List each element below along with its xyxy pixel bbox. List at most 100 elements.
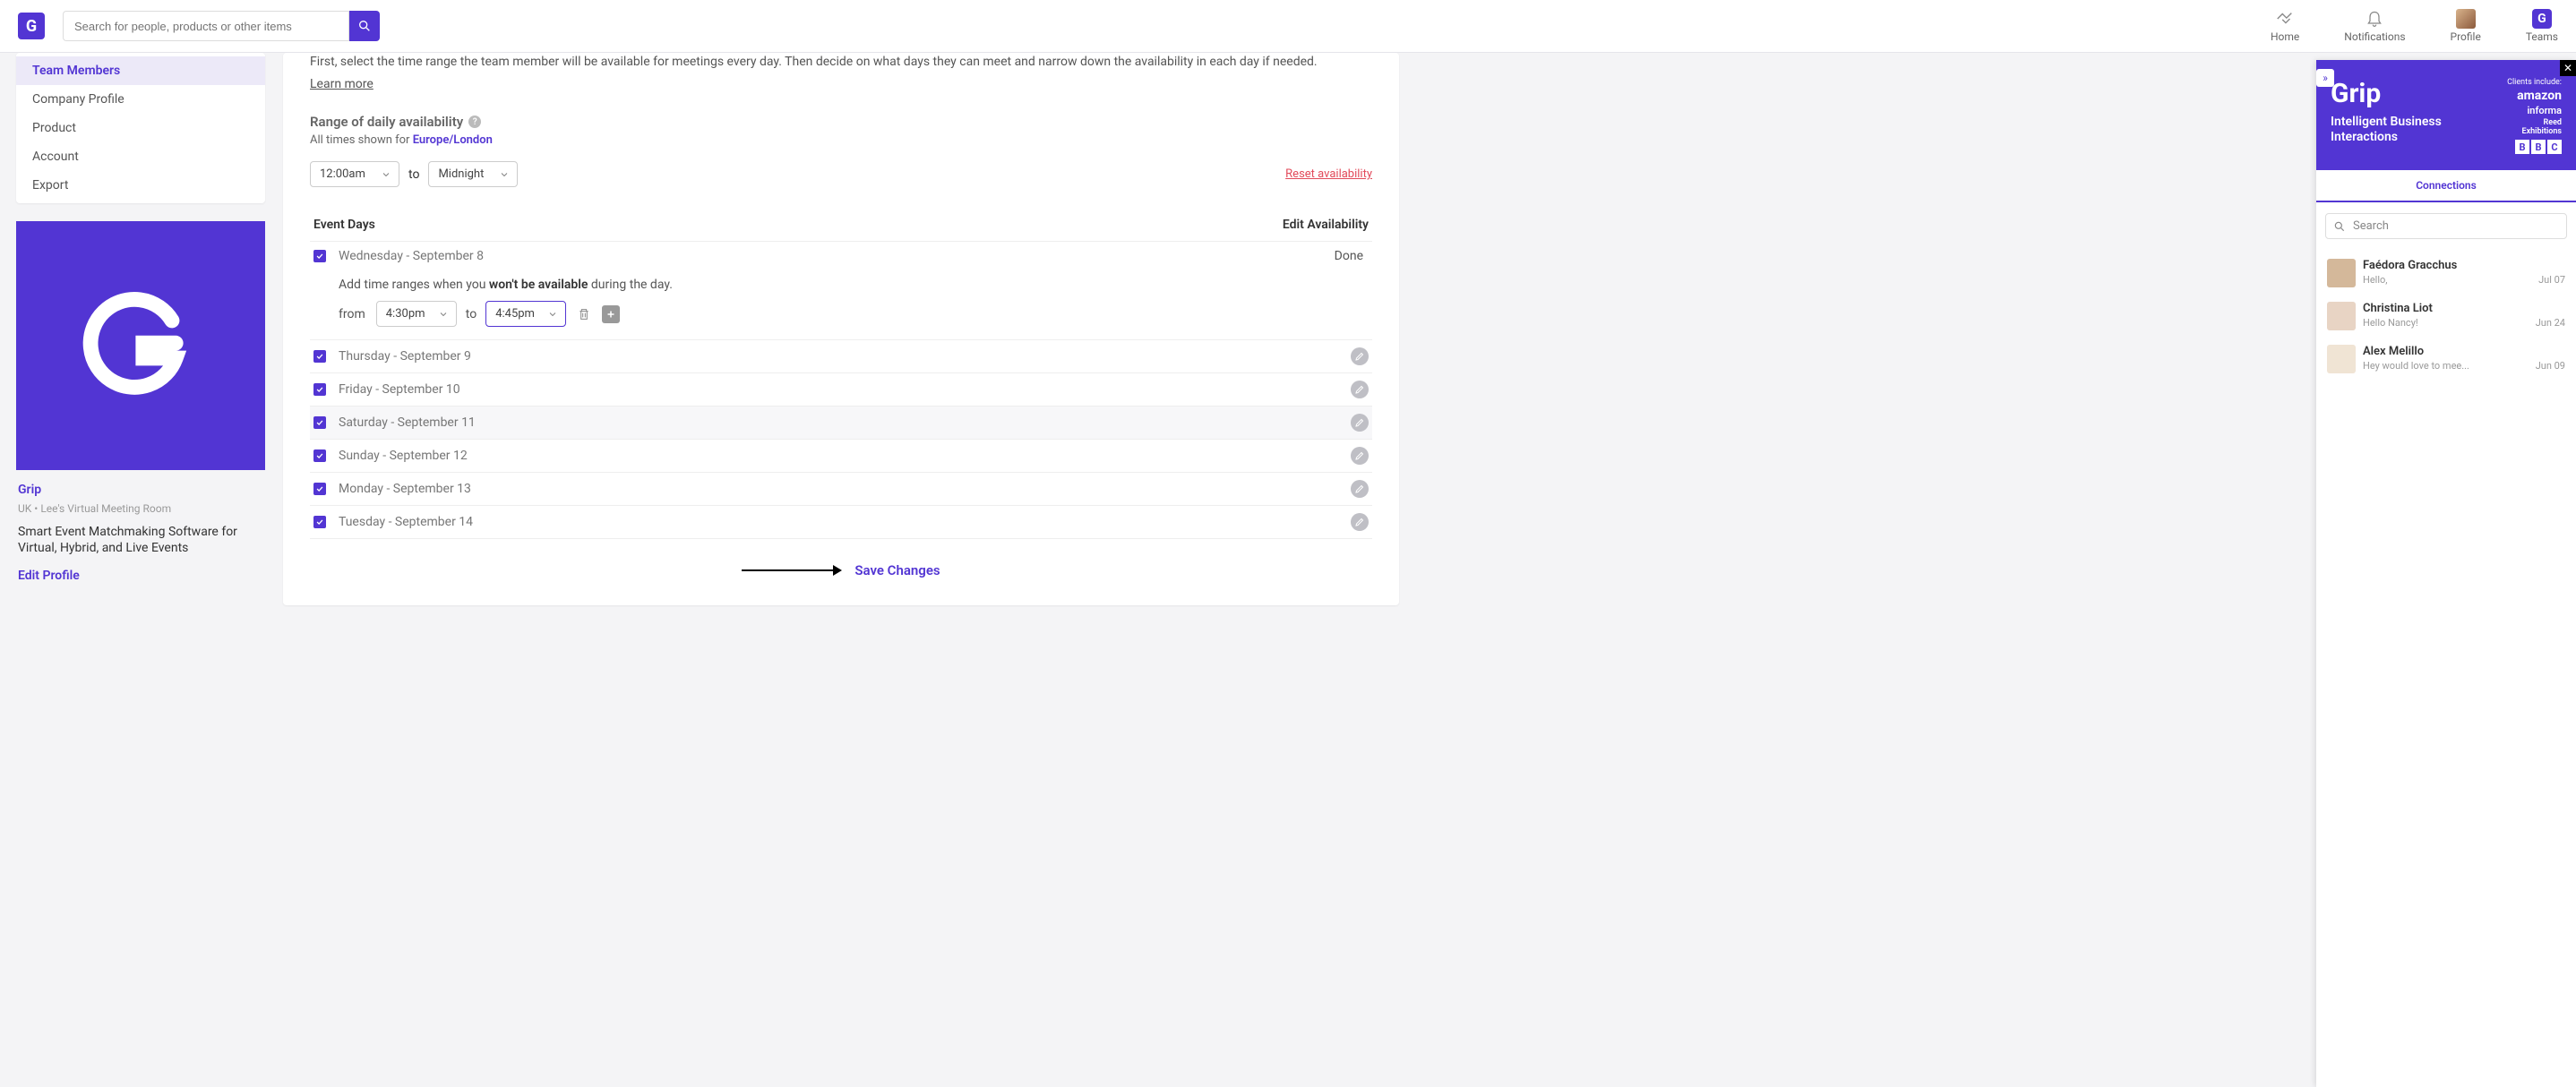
range-end-select[interactable]: Midnight <box>428 161 518 187</box>
delete-range-button[interactable] <box>575 305 593 323</box>
client-informa: informa <box>2506 105 2562 116</box>
add-range-help: Add time ranges when you won't be availa… <box>339 278 1369 292</box>
connection-date: Jul 07 <box>2538 274 2565 286</box>
company-profile-card: Grip UK • Lee's Virtual Meeting Room Sma… <box>16 221 265 599</box>
day-row-4: Sunday - September 12 <box>310 440 1372 473</box>
day-checkbox[interactable] <box>313 416 326 429</box>
plus-icon <box>605 309 616 320</box>
edit-day-button[interactable] <box>1351 347 1369 365</box>
chevron-down-icon <box>499 169 510 180</box>
connection-message: Hey would love to mee... <box>2363 360 2469 372</box>
connection-item-2[interactable]: Alex Melillo Hey would love to mee...Jun… <box>2325 338 2567 381</box>
to-label-2: to <box>466 307 477 321</box>
day-label: Sunday - September 12 <box>339 449 468 463</box>
connections-body: Search Faédora Gracchus Hello,Jul 07 Chr… <box>2316 202 2576 391</box>
nav-notifications[interactable]: Notifications <box>2344 9 2405 43</box>
done-label[interactable]: Done <box>1335 249 1369 263</box>
sidemenu-account[interactable]: Account <box>16 142 265 171</box>
col-edit-availability: Edit Availability <box>1283 218 1369 232</box>
app-logo[interactable]: G <box>18 13 45 39</box>
day-checkbox[interactable] <box>313 483 326 495</box>
search-input[interactable] <box>63 11 349 41</box>
sidemenu-export[interactable]: Export <box>16 171 265 200</box>
connections-header: » ✕ Grip Intelligent Business Interactio… <box>2316 60 2576 170</box>
day-checkbox[interactable] <box>313 350 326 363</box>
edit-day-button[interactable] <box>1351 447 1369 465</box>
connections-tab[interactable]: Connections <box>2316 170 2576 202</box>
chevron-down-icon <box>381 169 391 180</box>
grip-g-icon <box>78 283 203 408</box>
panel-logo: Grip <box>2331 78 2497 109</box>
chevron-down-icon <box>438 309 449 320</box>
close-panel-button[interactable]: ✕ <box>2560 60 2576 76</box>
connections-search[interactable]: Search <box>2325 213 2567 239</box>
search-button[interactable] <box>349 11 380 41</box>
day-row-5: Monday - September 13 <box>310 473 1372 506</box>
day-checkbox[interactable] <box>313 383 326 396</box>
from-label: from <box>339 307 365 321</box>
connection-item-1[interactable]: Christina Liot Hello Nancy!Jun 24 <box>2325 295 2567 338</box>
connection-message: Hello, <box>2363 274 2387 286</box>
nav-home[interactable]: Home <box>2271 9 2299 43</box>
to-time-select[interactable]: 4:45pm <box>485 301 566 327</box>
global-search <box>63 11 380 41</box>
save-row: Save Changes <box>310 562 1372 578</box>
company-meta: UK • Lee's Virtual Meeting Room <box>18 502 263 515</box>
day-row-2: Friday - September 10 <box>310 373 1372 407</box>
connections-search-placeholder: Search <box>2353 219 2389 233</box>
company-description: Smart Event Matchmaking Software for Vir… <box>18 524 263 556</box>
company-logo <box>16 221 265 470</box>
day-checkbox[interactable] <box>313 516 326 528</box>
collapse-panel-button[interactable]: » <box>2316 69 2334 87</box>
sidemenu-product[interactable]: Product <box>16 114 265 142</box>
client-reed: Reed Exhibitions <box>2506 118 2562 136</box>
chevron-down-icon <box>547 309 558 320</box>
main-column: First, select the time range the team me… <box>283 53 1399 605</box>
page-body: Team Members Company Profile Product Acc… <box>0 53 1415 623</box>
help-icon[interactable]: ? <box>468 116 481 128</box>
range-start-select[interactable]: 12:00am <box>310 161 399 187</box>
nav-profile[interactable]: Profile <box>2451 9 2481 43</box>
from-time-select[interactable]: 4:30pm <box>376 301 457 327</box>
day-checkbox[interactable] <box>313 250 326 262</box>
from-time-value: 4:30pm <box>386 307 425 321</box>
edit-day-button[interactable] <box>1351 381 1369 398</box>
reset-availability-link[interactable]: Reset availability <box>1285 167 1372 181</box>
check-icon <box>315 352 324 361</box>
save-changes-button[interactable]: Save Changes <box>854 562 940 578</box>
edit-day-button[interactable] <box>1351 513 1369 531</box>
day-checkbox[interactable] <box>313 449 326 462</box>
pencil-icon <box>1354 417 1365 428</box>
check-icon <box>315 451 324 460</box>
connection-date: Jun 24 <box>2536 317 2565 329</box>
add-range-button[interactable] <box>602 305 620 323</box>
nav-notifications-label: Notifications <box>2344 30 2405 43</box>
range-title: Range of daily availability ? <box>310 114 1372 130</box>
avatar <box>2327 259 2356 287</box>
learn-more-link[interactable]: Learn more <box>310 77 374 91</box>
day-label: Monday - September 13 <box>339 482 471 496</box>
days-table-head: Event Days Edit Availability <box>310 218 1372 242</box>
edit-profile-link[interactable]: Edit Profile <box>18 569 80 583</box>
timezone-link[interactable]: Europe/London <box>413 133 493 147</box>
pencil-icon <box>1354 384 1365 395</box>
top-nav: G Home Notifications Profile G Teams <box>0 0 2576 53</box>
nav-profile-label: Profile <box>2451 30 2481 43</box>
range-title-text: Range of daily availability <box>310 114 463 130</box>
edit-day-button[interactable] <box>1351 480 1369 498</box>
topnav-right: Home Notifications Profile G Teams <box>2271 9 2558 43</box>
sidemenu-team-members[interactable]: Team Members <box>16 56 265 85</box>
nav-teams[interactable]: G Teams <box>2526 9 2558 43</box>
timezone-line: All times shown for Europe/London <box>310 133 1372 147</box>
search-icon <box>2333 220 2346 233</box>
tz-prefix: All times shown for <box>310 133 413 147</box>
connection-name: Alex Melillo <box>2363 345 2565 358</box>
pencil-icon <box>1354 450 1365 461</box>
edit-day-button[interactable] <box>1351 414 1369 432</box>
avatar <box>2327 302 2356 330</box>
sidemenu-company-profile[interactable]: Company Profile <box>16 85 265 114</box>
connection-item-0[interactable]: Faédora Gracchus Hello,Jul 07 <box>2325 252 2567 295</box>
daily-range-row: 12:00am to Midnight Reset availability <box>310 161 1372 187</box>
to-time-value: 4:45pm <box>495 307 535 321</box>
client-bbc: BBC <box>2506 140 2562 154</box>
